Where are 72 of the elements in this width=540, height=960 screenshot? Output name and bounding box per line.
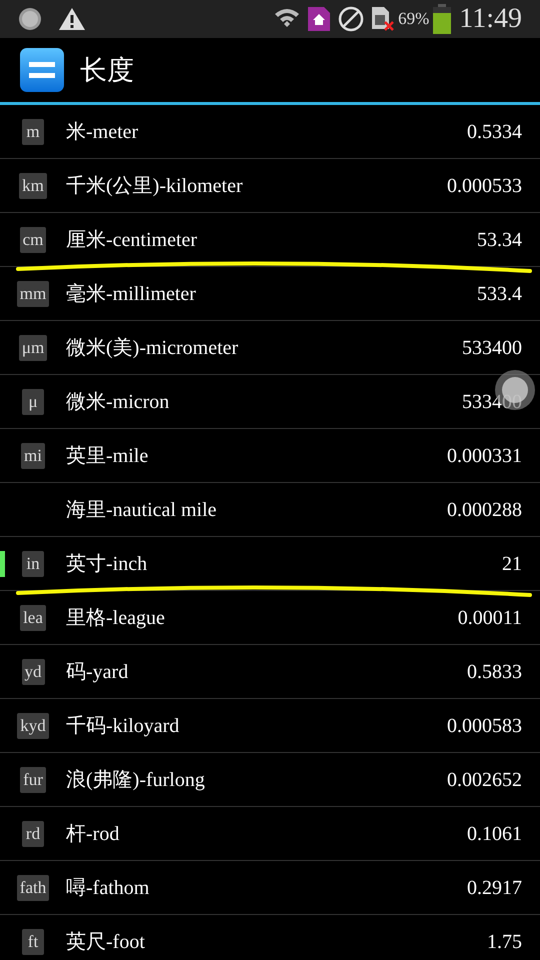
unit-value: 0.5833 bbox=[467, 660, 522, 684]
record-icon bbox=[18, 7, 42, 31]
unit-name: 毫米-millimeter bbox=[66, 282, 196, 306]
unit-row[interactable]: fur 浪(弗隆)-furlong 0.002652 bbox=[0, 753, 540, 807]
unit-name: 微米-micron bbox=[66, 390, 170, 414]
unit-row[interactable]: km 千米(公里)-kilometer 0.000533 bbox=[0, 159, 540, 213]
blocked-icon bbox=[338, 6, 364, 32]
battery-icon bbox=[433, 4, 452, 34]
unit-row[interactable]: mi 英里-mile 0.000331 bbox=[0, 429, 540, 483]
unit-name: 千码-kiloyard bbox=[66, 714, 180, 738]
unit-row[interactable]: lea 里格-league 0.00011 bbox=[0, 591, 540, 645]
unit-name: 厘米-centimeter bbox=[66, 228, 198, 252]
unit-value: 0.5334 bbox=[467, 120, 522, 144]
unit-row[interactable]: rd 杆-rod 0.1061 bbox=[0, 807, 540, 861]
unit-value: 1.75 bbox=[487, 930, 522, 954]
unit-symbol: mm bbox=[16, 280, 50, 306]
unit-row[interactable]: ft 英尺-foot 1.75 bbox=[0, 915, 540, 960]
sim-card-icon bbox=[372, 7, 394, 31]
unit-row[interactable]: fath 噚-fathom 0.2917 bbox=[0, 861, 540, 915]
unit-value: 0.00011 bbox=[458, 606, 522, 630]
unit-value: 0.000288 bbox=[447, 498, 522, 522]
unit-name: 英里-mile bbox=[66, 444, 148, 468]
unit-value: 533400 bbox=[462, 390, 522, 414]
unit-name: 浪(弗隆)-furlong bbox=[66, 768, 205, 792]
unit-name: 海里-nautical mile bbox=[66, 498, 217, 522]
battery-percentage: 69% bbox=[398, 8, 430, 30]
unit-row[interactable]: mm 毫米-millimeter 533.4 bbox=[0, 267, 540, 321]
clock: 11:49 bbox=[459, 5, 522, 33]
unit-symbol: lea bbox=[20, 604, 46, 630]
unit-name: 微米(美)-micrometer bbox=[66, 336, 238, 360]
unit-symbol: m bbox=[22, 118, 44, 144]
unit-value: 533.4 bbox=[477, 282, 522, 306]
unit-symbol: ft bbox=[22, 928, 44, 954]
unit-value: 53.34 bbox=[477, 228, 522, 252]
unit-value: 0.000583 bbox=[447, 714, 522, 738]
unit-symbol: cm bbox=[20, 226, 46, 252]
unit-row[interactable]: cm 厘米-centimeter 53.34 bbox=[0, 213, 540, 267]
unit-row[interactable]: in 英寸-inch 21 bbox=[0, 537, 540, 591]
unit-symbol: μ bbox=[22, 388, 44, 414]
unit-symbol: μm bbox=[18, 334, 48, 360]
unit-symbol: fur bbox=[20, 766, 46, 792]
unit-value: 0.000533 bbox=[447, 174, 522, 198]
home-icon bbox=[308, 7, 330, 31]
unit-value: 533400 bbox=[462, 336, 522, 360]
unit-value: 21 bbox=[502, 552, 522, 576]
unit-value: 0.1061 bbox=[467, 822, 522, 846]
unit-row[interactable]: 海里-nautical mile 0.000288 bbox=[0, 483, 540, 537]
unit-symbol: rd bbox=[22, 820, 44, 846]
unit-value: 0.002652 bbox=[447, 768, 522, 792]
unit-value: 0.000331 bbox=[447, 444, 522, 468]
unit-symbol: mi bbox=[21, 442, 45, 468]
unit-name: 里格-league bbox=[66, 606, 165, 630]
unit-name: 噚-fathom bbox=[66, 876, 150, 900]
unit-symbol: km bbox=[19, 172, 47, 198]
unit-name: 英尺-foot bbox=[66, 930, 145, 954]
warning-icon bbox=[58, 7, 86, 31]
unit-value: 0.2917 bbox=[467, 876, 522, 900]
app-icon bbox=[20, 48, 64, 92]
unit-name: 米-meter bbox=[66, 120, 138, 144]
unit-symbol: in bbox=[22, 550, 44, 576]
unit-symbol: kyd bbox=[17, 712, 49, 738]
unit-row[interactable]: m 米-meter 0.5334 bbox=[0, 105, 540, 159]
unit-row[interactable]: yd 码-yard 0.5833 bbox=[0, 645, 540, 699]
unit-symbol: yd bbox=[22, 658, 44, 684]
unit-name: 英寸-inch bbox=[66, 552, 148, 576]
unit-row[interactable]: μm 微米(美)-micrometer 533400 bbox=[0, 321, 540, 375]
unit-name: 杆-rod bbox=[66, 822, 120, 846]
unit-name: 千米(公里)-kilometer bbox=[66, 174, 243, 198]
unit-row[interactable]: kyd 千码-kiloyard 0.000583 bbox=[0, 699, 540, 753]
unit-name: 码-yard bbox=[66, 660, 128, 684]
screen-title: 长度 bbox=[80, 54, 134, 87]
unit-symbol: fath bbox=[16, 874, 50, 900]
